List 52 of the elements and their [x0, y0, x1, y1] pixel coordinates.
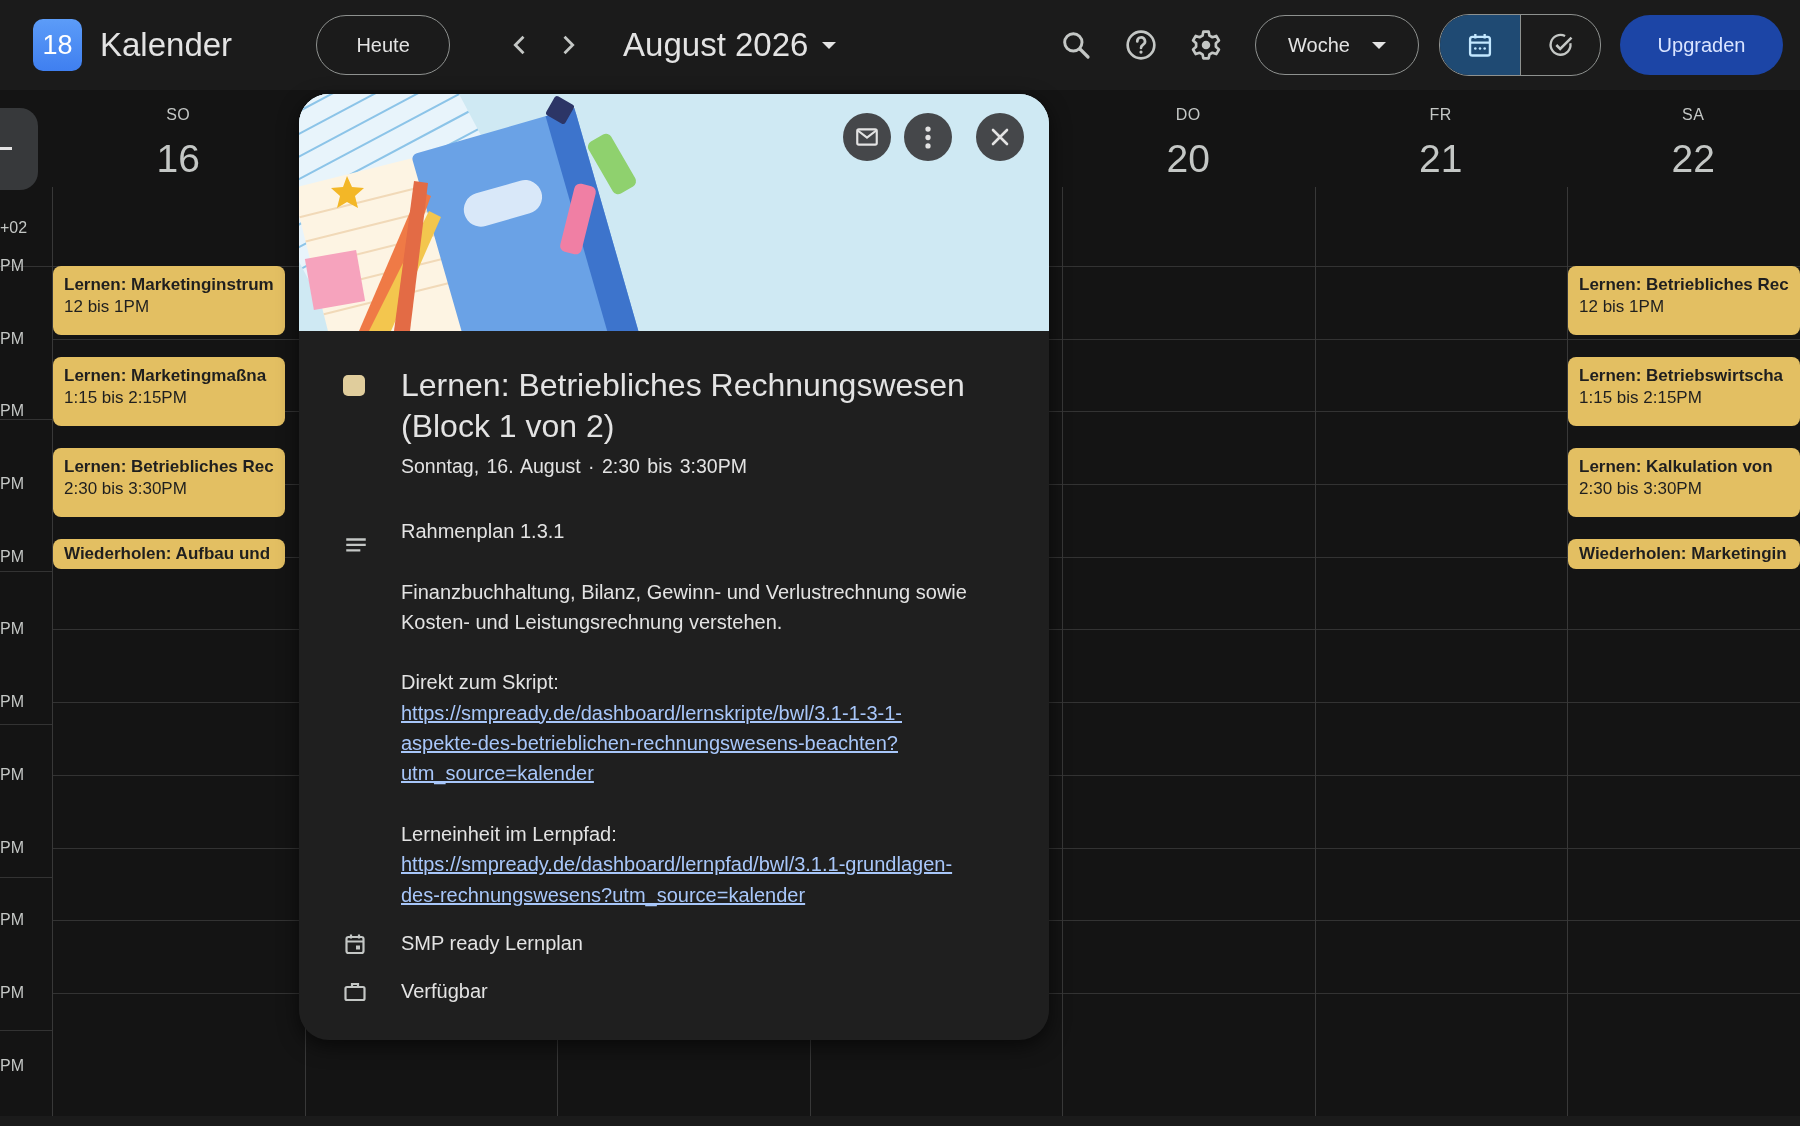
time-label: PM [0, 401, 24, 422]
time-label: PM [0, 910, 24, 931]
event-chip[interactable]: Wiederholen: Marketingin [1568, 539, 1800, 569]
date-number[interactable]: 21 [1419, 137, 1463, 181]
event-chip[interactable]: Wiederholen: Aufbau und [53, 539, 285, 569]
date-number[interactable]: 20 [1166, 137, 1210, 181]
caret-icon [822, 41, 837, 49]
event-chip[interactable]: Lernen: Betriebliches Rec 2:30 bis 3:30PM [53, 448, 285, 517]
description-text: Rahmenplan 1.3.1 [401, 519, 566, 544]
upgrade-button[interactable]: Upgraden [1620, 15, 1783, 75]
check-circle-icon [1546, 31, 1575, 59]
calendar-icon [1466, 31, 1494, 59]
search-icon [1060, 29, 1092, 61]
availability-label: Verfügbar [401, 980, 488, 1004]
calendar-view-button[interactable] [1440, 15, 1520, 75]
event-date-time: Sonntag, 16. August · 2:30 bis 3:30PM [401, 454, 748, 479]
time-label: PM [0, 837, 24, 858]
time-label: PM [0, 474, 24, 495]
month-picker[interactable]: August 2026 [623, 17, 837, 73]
event-chip[interactable]: Lernen: Kalkulation von 2:30 bis 3:30PM [1568, 448, 1800, 517]
time-label: PM [0, 1055, 24, 1076]
weekday-label: FR [1429, 106, 1452, 124]
link[interactable]: https://smpready.de/dashboard/lernskripte/bwl/3.1-1-3-1- aspekte-des-betrieblichen-rechnungswesens-beachten? utm_source=kalender [401, 697, 902, 789]
event-chip[interactable]: Lernen: Marketinginstrum 12 bis 1PM [53, 266, 285, 335]
event-title: Lernen: Betriebliches Rechnungswesen (Block 1 von 2) [401, 366, 966, 446]
time-label: PM [0, 619, 24, 640]
settings-icon [1190, 29, 1222, 61]
link[interactable]: https://smpready.de/dashboard/lernpfad/bwl/3.1.1-grundlagen- des-rechnungswesens?utm_source=kalender [401, 849, 953, 910]
time-label: PM [0, 692, 24, 713]
time-label: PM [0, 546, 24, 567]
dash-icon [0, 147, 12, 151]
description-text: Lerneinheit im Lernpfad: [401, 821, 618, 847]
caret-icon [1371, 41, 1386, 49]
timezone-label: +02 [0, 218, 28, 238]
calendar-name: SMP ready Lernplan [401, 932, 583, 956]
time-label: PM [0, 256, 24, 276]
app-name: Kalender [100, 26, 233, 64]
date-number[interactable]: 22 [1671, 137, 1715, 181]
weekday-label: SO [166, 106, 191, 124]
time-label: PM [0, 328, 24, 349]
event-chip[interactable]: Lernen: Betriebswirtscha 1:15 bis 2:15PM [1568, 357, 1800, 426]
time-label: PM [0, 764, 24, 785]
help-icon [1125, 29, 1157, 61]
weekday-label: SA [1682, 106, 1705, 124]
more-icon [925, 125, 931, 149]
date-number[interactable]: 16 [156, 137, 200, 181]
event-chip[interactable]: Lernen: Betriebliches Rec 12 bis 1PM [1568, 266, 1800, 335]
event-chip[interactable]: Lernen: Marketingmaßna 1:15 bis 2:15PM [53, 357, 285, 426]
weekday-label: DO [1175, 106, 1201, 124]
description-text: Finanzbuchhaltung, Bilanz, Gewinn- und Verlustrechnung sowie Kosten- und Leistungsrechnung verstehen. [401, 579, 968, 635]
time-label: PM [0, 982, 24, 1003]
description-text: Direkt zum Skript: [401, 670, 560, 696]
